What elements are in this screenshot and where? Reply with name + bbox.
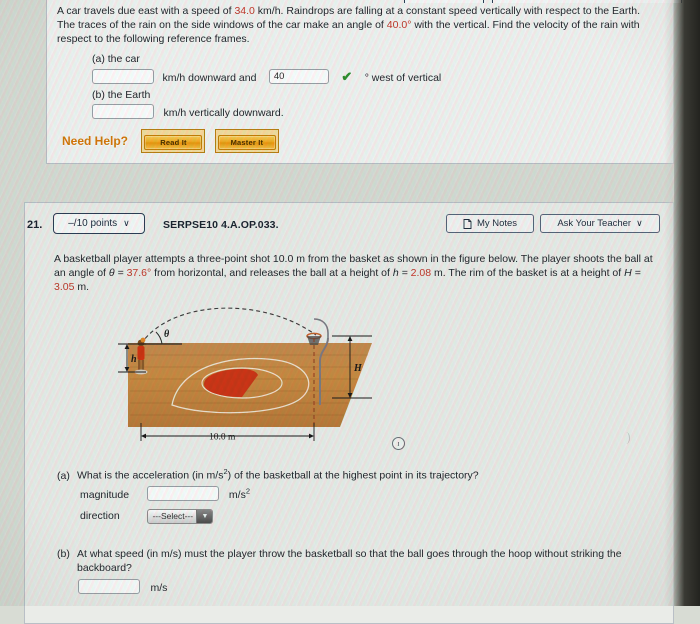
q21-part-b-input[interactable]: [78, 579, 140, 595]
screen-bezel-dark: [674, 0, 700, 606]
q21-theta-value: 37.6°: [126, 267, 152, 280]
q20-part-a-row: km/h downward and ✔ ° west of vertical: [92, 68, 441, 86]
magnitude-unit-sup: 2: [245, 486, 250, 495]
master-it-wrapper[interactable]: Master It: [214, 129, 279, 153]
direction-select[interactable]: ---Select--- ▼: [147, 508, 214, 524]
need-help-label: Need Help?: [62, 134, 129, 148]
basketball-figure: θ h H 10.0 m: [110, 305, 410, 455]
chevron-down-icon-select: ▼: [196, 509, 213, 523]
q20-speed-value: 34.0: [234, 5, 255, 17]
q20-part-a-angle-input[interactable]: [268, 69, 329, 85]
ask-your-teacher-button[interactable]: Ask Your Teacher ∨: [540, 214, 660, 233]
q21-part-b-unit: m/s: [150, 582, 168, 594]
q20-part-b-unit: km/h vertically downward.: [163, 107, 284, 119]
cutoff-button-right[interactable]: [492, 0, 682, 3]
q20-part-b-label: (b) the Earth: [92, 89, 151, 101]
screen-bezel-highlight: [664, 0, 674, 606]
q20-part-a-speed-input[interactable]: [92, 69, 154, 85]
correct-check-icon: ✔: [341, 69, 353, 84]
q20-part-b-row: km/h vertically downward.: [92, 103, 284, 121]
q21-part-a-label: (a): [57, 469, 70, 482]
q21-part-a-row: (a) What is the acceleration (in m/s2) of…: [57, 465, 637, 483]
points-label: –/10 points: [68, 218, 118, 229]
note-page-icon: [463, 218, 472, 229]
read-it-button[interactable]: Read It: [144, 135, 203, 150]
q20-part-a-label: (a) the car: [92, 53, 140, 65]
magnitude-label: magnitude: [80, 488, 130, 501]
q20-angle-value: 40.0°: [386, 19, 412, 32]
points-dropdown[interactable]: –/10 points ∨: [53, 213, 145, 234]
q20-text-part1: A car travels due east with a speed of: [57, 5, 235, 17]
chevron-down-icon: ∨: [123, 218, 130, 228]
q21-theta-eq: θ =: [108, 267, 127, 280]
chevron-down-icon-teacher: ∨: [636, 218, 643, 228]
q20-part-a-suffix: ° west of vertical: [364, 72, 442, 84]
question-code: SERPSE10 4.A.OP.033.: [163, 219, 279, 231]
q21-part-b-question: At what speed (in m/s) must the player t…: [77, 548, 622, 575]
q20-part-b-speed-input[interactable]: [92, 104, 154, 120]
q21-text-d: m.: [74, 281, 90, 294]
q21-text-c: m. The rim of the basket is at a height …: [431, 267, 625, 280]
theta-label: θ: [164, 329, 170, 340]
q21-magnitude-row: magnitude m/s2: [80, 484, 250, 503]
direction-label: direction: [80, 510, 120, 522]
read-it-wrapper[interactable]: Read It: [141, 129, 206, 153]
direction-select-value: ---Select---: [152, 511, 194, 521]
my-notes-button[interactable]: My Notes: [446, 214, 534, 233]
cutoff-button-left[interactable]: [404, 0, 484, 3]
q21-part-b-label: (b): [57, 548, 70, 560]
h-label: h: [131, 354, 137, 365]
question-20-statement: A car travels due east with a speed of 3…: [57, 4, 657, 47]
magnitude-input[interactable]: [147, 485, 220, 501]
q21-part-b-row: (b) At what speed (in m/s) must the playe…: [57, 547, 647, 575]
q21-text-b: from horizontal, and releases the ball a…: [151, 267, 393, 280]
question-21-statement: A basketball player attempts a three-poi…: [54, 252, 658, 295]
ask-teacher-label: Ask Your Teacher: [557, 218, 632, 229]
q21-direction-row: direction ---Select--- ▼: [80, 506, 214, 524]
question-21-number: 21.: [27, 219, 43, 231]
q21-h-value: 2.08: [410, 267, 432, 280]
q20-part-a-unit: km/h downward and: [162, 72, 257, 84]
master-it-button[interactable]: Master It: [217, 135, 276, 150]
H-label: H: [353, 363, 363, 374]
q21-part-a-question-pre: What is the acceleration (in m/s: [77, 469, 224, 482]
need-help-row: Need Help? Read It Master It: [62, 129, 279, 153]
distance-label: 10.0 m: [209, 433, 236, 443]
q21-part-a-question-post: ) of the basketball at the highest point…: [227, 469, 479, 482]
my-notes-label: My Notes: [476, 218, 518, 229]
q21-H-value: 3.05: [54, 281, 75, 294]
photo-artifact: [622, 432, 630, 444]
figure-info-icon[interactable]: ı: [392, 437, 405, 450]
q21-part-b-answer-row: m/s: [78, 578, 167, 596]
q21-H-eq: H =: [624, 267, 641, 280]
angle-arc: [155, 331, 163, 345]
magnitude-unit: m/s2: [228, 486, 250, 501]
info-icon-glyph: ı: [397, 439, 400, 448]
magnitude-unit-pre: m/s: [228, 488, 246, 501]
q21-h-eq: h =: [392, 267, 411, 280]
